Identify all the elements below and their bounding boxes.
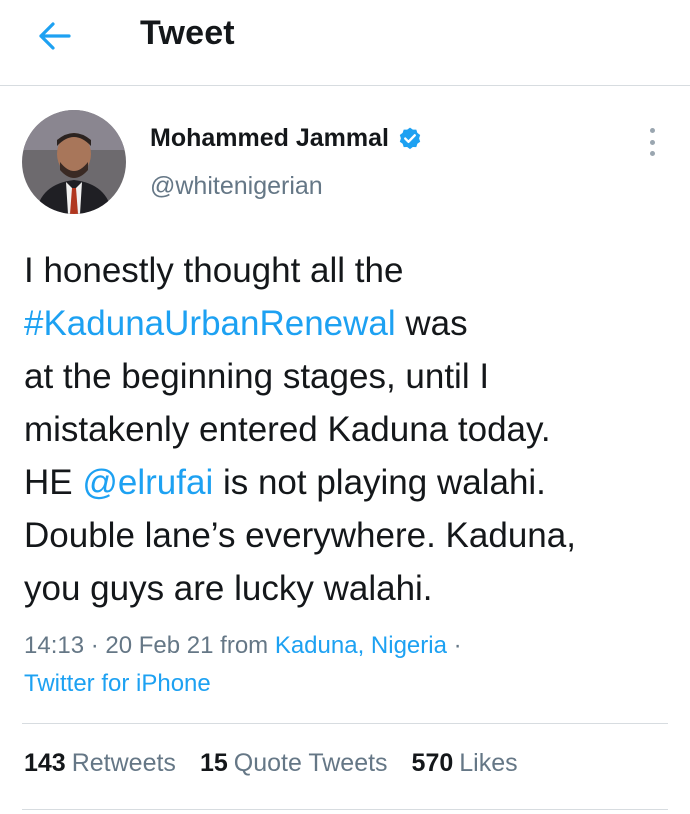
tweet-date: 20 Feb 21 (105, 632, 214, 659)
tweet-text-segment: was (395, 304, 468, 343)
tweet-text-segment: Double lane’s everywhere. Kaduna, (24, 516, 576, 555)
retweets-count: 143 (24, 749, 66, 777)
tweet-text-segment: HE (24, 463, 83, 502)
meta-line: Twitter for iPhone (24, 665, 674, 703)
tweet-text-segment: is not playing walahi. (213, 463, 546, 502)
tweet-text: I honestly thought all the #KadunaUrbanR… (24, 244, 674, 615)
page-title: Tweet (140, 14, 235, 52)
tweet-line: at the beginning stages, until I (24, 350, 674, 403)
retweets-label: Retweets (71, 749, 176, 777)
quote-tweets-stat[interactable]: 15 Quote Tweets (200, 749, 388, 778)
menu-dot (649, 151, 655, 156)
tweet-line: Double lane’s everywhere. Kaduna, (24, 509, 674, 562)
tweet-text-segment: mistakenly entered Kaduna today. (24, 410, 551, 449)
quote-tweets-count: 15 (199, 749, 228, 777)
tweet-text-segment: at the beginning stages, until I (24, 357, 490, 396)
tweet-line: #KadunaUrbanRenewal was (24, 297, 674, 350)
tweet-line: I honestly thought all the (24, 244, 674, 297)
avatar[interactable] (22, 110, 126, 214)
author-name[interactable]: Mohammed Jammal (150, 124, 389, 153)
author-handle[interactable]: @whitenigerian (150, 172, 323, 201)
divider (22, 723, 668, 724)
likes-stat[interactable]: 570 Likes (412, 749, 518, 778)
menu-dot (649, 139, 655, 145)
divider (22, 809, 668, 810)
engagement-stats: 143 Retweets 15 Quote Tweets 570 Likes (24, 749, 542, 778)
tweet-line: mistakenly entered Kaduna today. (24, 403, 674, 456)
meta-line: 14:13 · 20 Feb 21 from Kaduna, Nigeria · (24, 627, 674, 665)
back-button[interactable] (32, 14, 76, 58)
tweet-time: 14:13 (24, 632, 85, 659)
meta-separator: · (446, 632, 462, 659)
likes-label: Likes (459, 749, 518, 777)
hashtag-link[interactable]: #KadunaUrbanRenewal (24, 304, 396, 343)
tweet-text-segment: you guys are lucky walahi. (24, 569, 433, 608)
quote-tweets-label: Quote Tweets (233, 749, 388, 777)
more-options-button[interactable] (640, 126, 664, 158)
top-bar: Tweet (0, 0, 690, 86)
meta-separator: · (84, 632, 106, 659)
source-link[interactable]: Twitter for iPhone (24, 670, 211, 697)
tweet-text-segment: I honestly thought all the (24, 251, 404, 290)
author-name-row[interactable]: Mohammed Jammal (150, 124, 423, 153)
likes-count: 570 (411, 749, 454, 777)
more-vertical-icon (649, 128, 655, 133)
location-link[interactable]: Kaduna, Nigeria (275, 632, 447, 659)
verified-badge-icon (399, 127, 421, 149)
arrow-left-icon (39, 22, 71, 50)
tweet-line: you guys are lucky walahi. (24, 562, 674, 615)
tweet-meta: 14:13 · 20 Feb 21 from Kaduna, Nigeria ·… (24, 627, 674, 703)
mention-link[interactable]: @elrufai (82, 463, 213, 502)
from-label: from (213, 632, 275, 659)
retweets-stat[interactable]: 143 Retweets (24, 749, 176, 778)
tweet-detail: Mohammed Jammal @whitenigerian I honestl… (0, 86, 690, 814)
tweet-line: HE @elrufai is not playing walahi. (24, 456, 674, 509)
